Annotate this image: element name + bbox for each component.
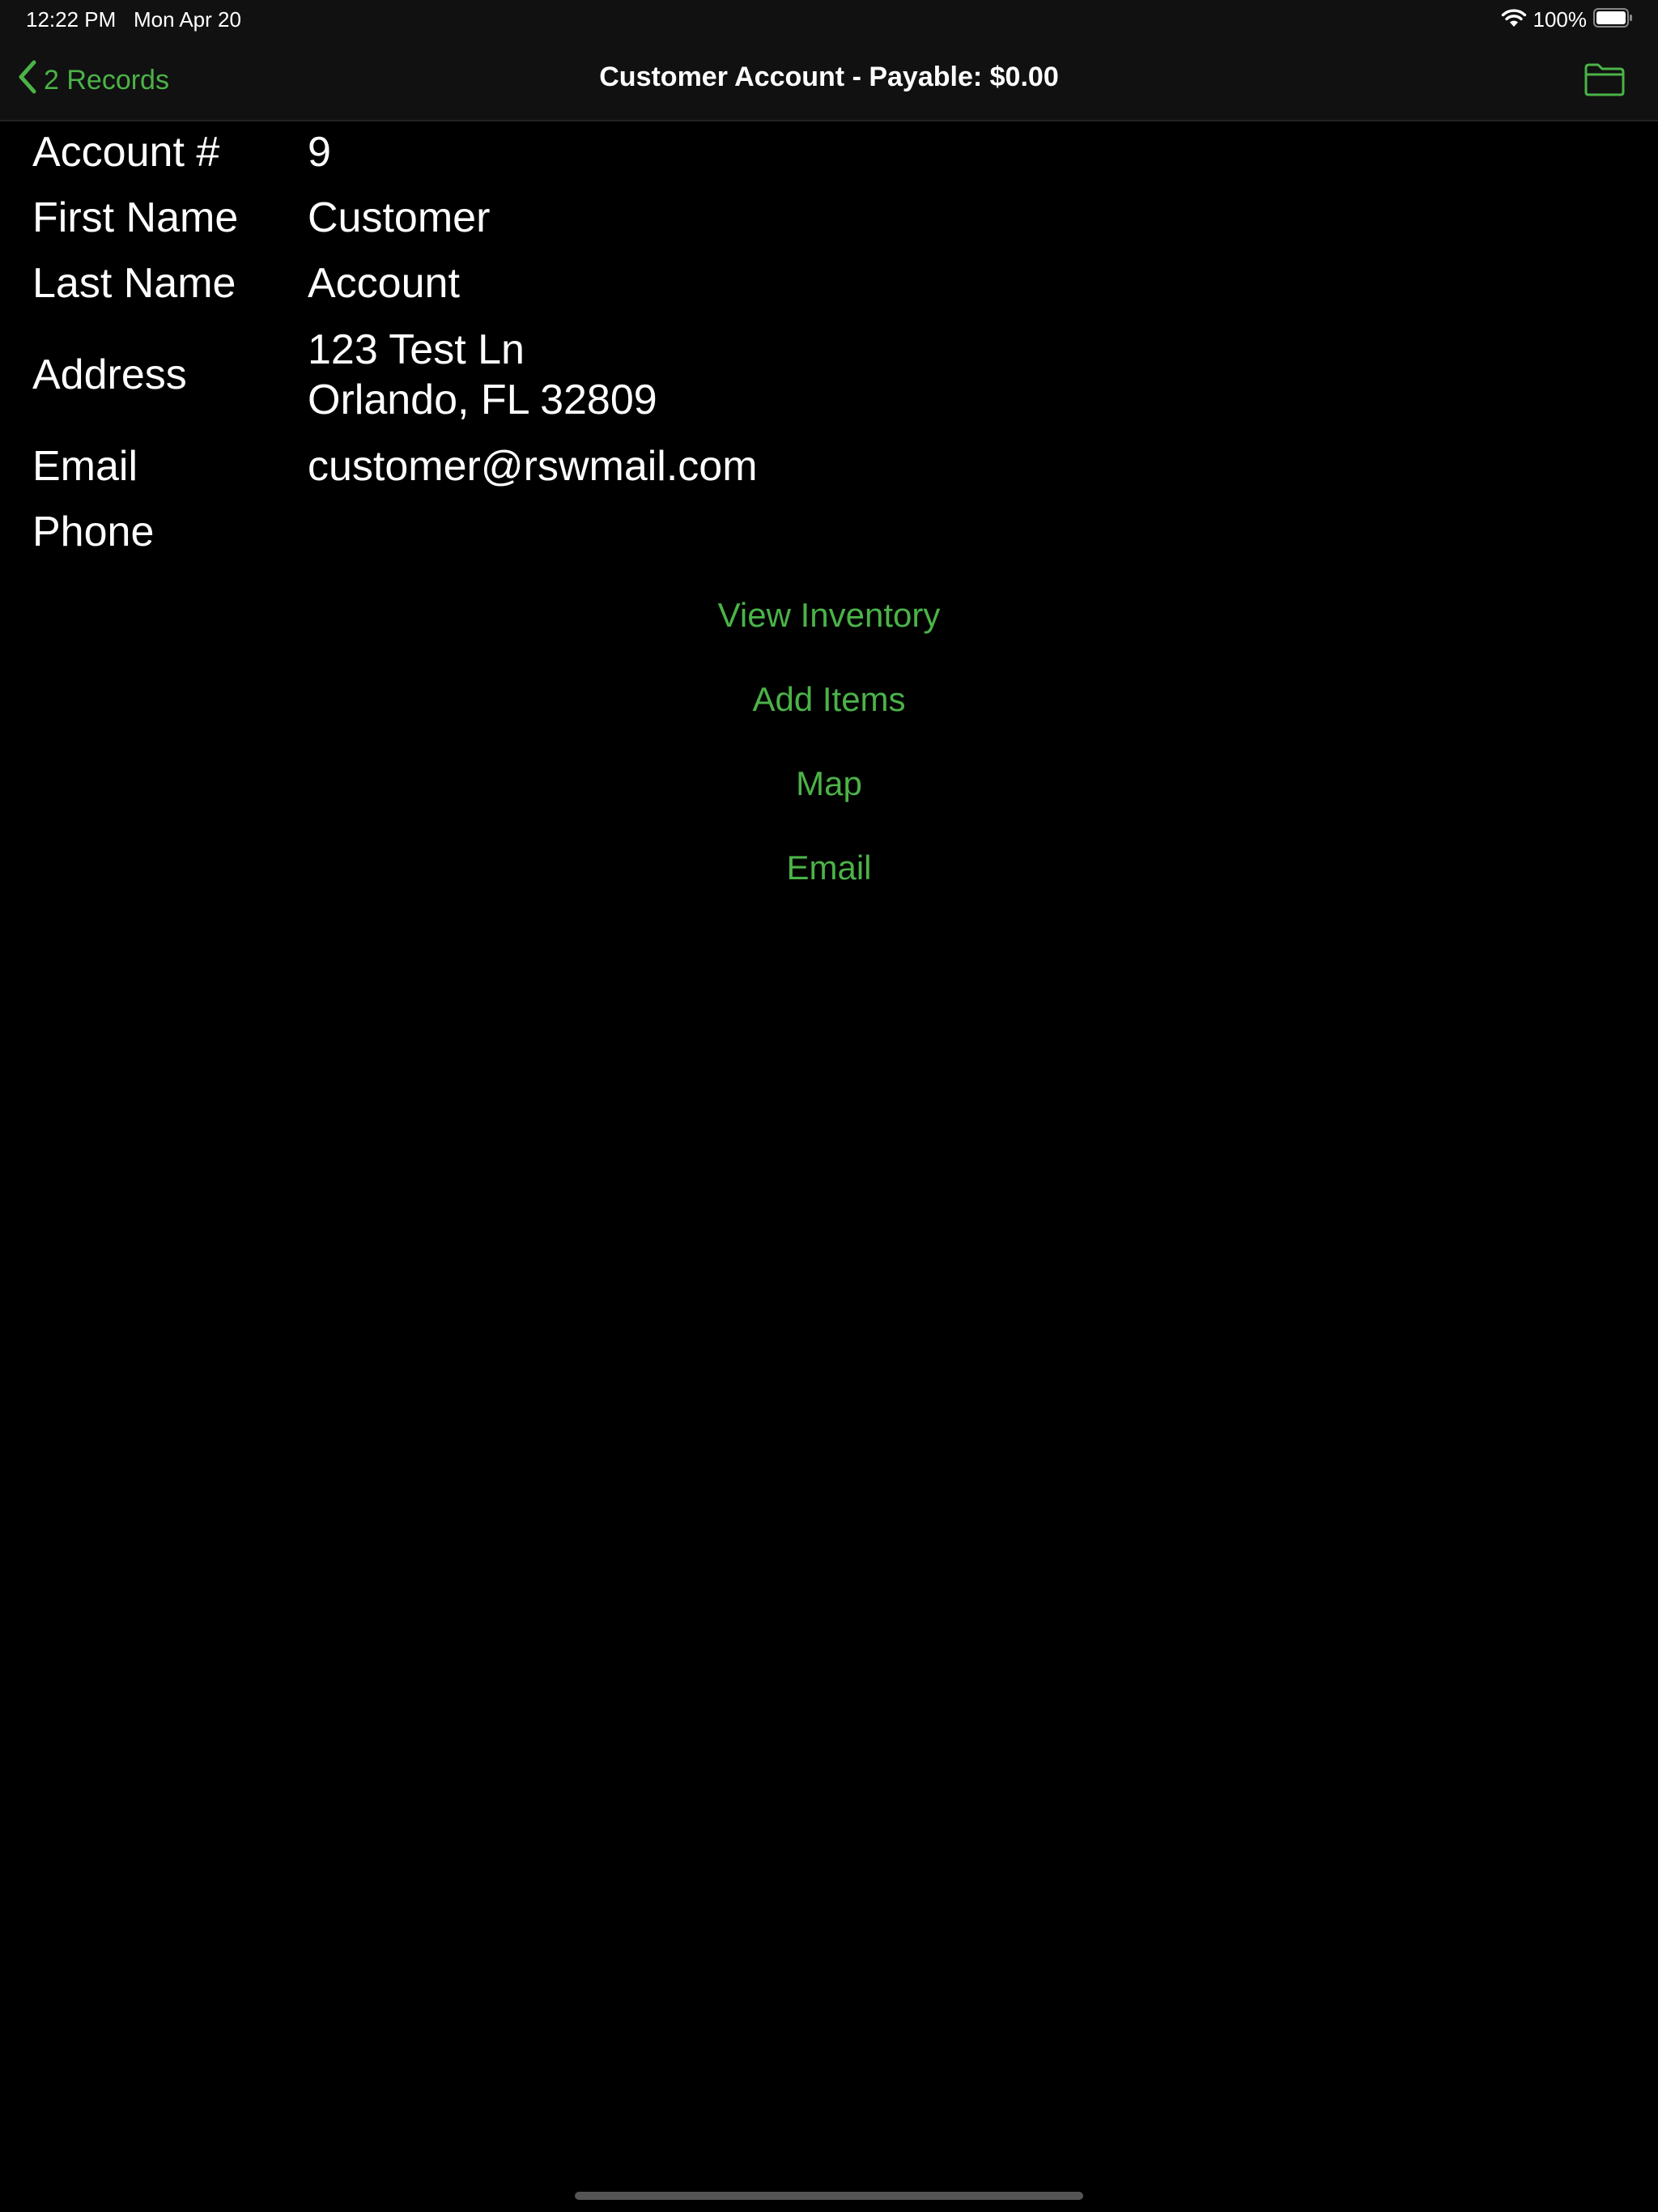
battery-percent: 100% <box>1533 6 1588 32</box>
field-last-name: Last Name Account <box>32 259 1619 308</box>
account-fields: Account # 9 First Name Customer Last Nam… <box>32 128 1619 573</box>
view-inventory-button[interactable]: View Inventory <box>586 587 1072 671</box>
field-label: Email <box>32 443 138 490</box>
field-value: Account <box>308 260 460 307</box>
field-label: Last Name <box>32 260 236 307</box>
wifi-icon <box>1501 7 1527 32</box>
map-button[interactable]: Map <box>586 755 1072 840</box>
page-title: Customer Account - Payable: $0.00 <box>599 62 1059 92</box>
field-label: Account # <box>32 129 220 176</box>
address-line-1: 123 Test Ln <box>308 326 525 373</box>
field-label: Address <box>32 351 187 398</box>
field-label: Phone <box>32 508 155 555</box>
address-line-2: Orlando, FL 32809 <box>308 376 657 423</box>
field-email: Email customer@rswmail.com <box>32 442 1619 491</box>
field-value: 9 <box>308 129 331 176</box>
action-buttons: View Inventory Add Items Map Email <box>0 587 1658 924</box>
folder-button[interactable] <box>1584 62 1626 97</box>
field-account-number: Account # 9 <box>32 128 1619 177</box>
field-value: customer@rswmail.com <box>308 443 758 490</box>
status-time-date: 12:22 PM Mon Apr 20 <box>26 7 241 32</box>
status-bar: 12:22 PM Mon Apr 20 100% <box>0 0 1658 40</box>
home-indicator[interactable] <box>575 2192 1083 2200</box>
battery-icon <box>1593 7 1634 32</box>
field-first-name: First Name Customer <box>32 194 1619 242</box>
field-address: Address 123 Test Ln Orlando, FL 32809 <box>32 325 1619 425</box>
status-indicators: 100% <box>1501 6 1635 33</box>
field-phone: Phone <box>32 508 1619 556</box>
field-label: First Name <box>32 194 239 241</box>
email-button[interactable]: Email <box>586 840 1072 924</box>
field-value: Customer <box>308 194 491 241</box>
address-value: 123 Test Ln Orlando, FL 32809 <box>308 325 657 425</box>
add-items-button[interactable]: Add Items <box>586 671 1072 755</box>
folder-icon <box>1584 63 1626 100</box>
navigation-bar: 2 Records Customer Account - Payable: $0… <box>0 40 1658 121</box>
